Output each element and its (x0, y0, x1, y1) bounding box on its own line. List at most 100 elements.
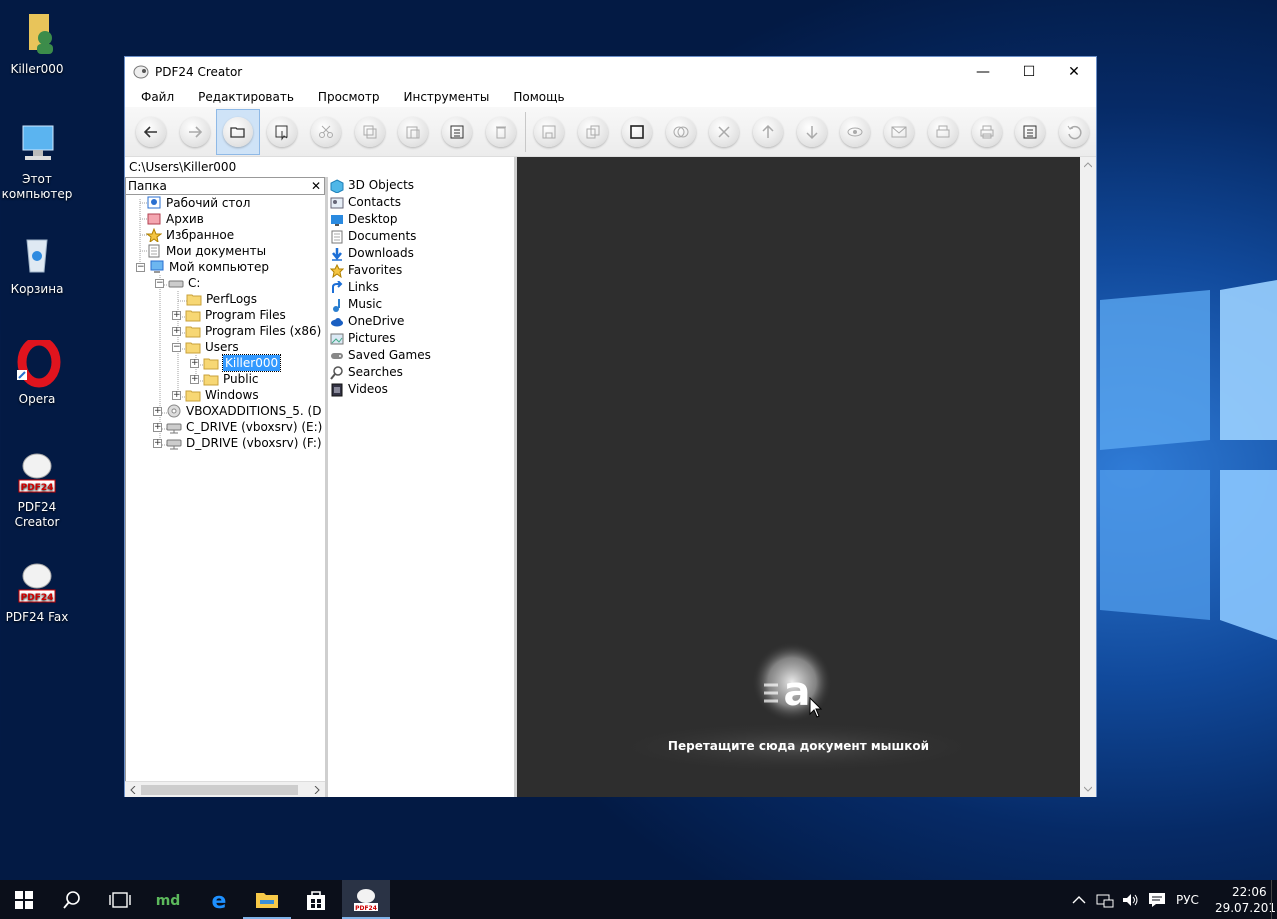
close-button[interactable]: ✕ (1051, 57, 1097, 87)
tree-item-perflogs[interactable]: PerfLogs (186, 291, 257, 307)
print-button[interactable] (965, 109, 1009, 155)
settings-button[interactable] (1008, 109, 1052, 155)
tree-item-killer000[interactable]: + Killer000 (190, 354, 282, 372)
show-desktop-button[interactable] (1271, 880, 1277, 919)
desktop-icon-recycle-bin[interactable]: Корзина (0, 230, 74, 297)
tree-item-archive[interactable]: Архив (146, 211, 204, 227)
desktop-icon-opera[interactable]: Opera (0, 336, 74, 407)
tree-expand-toggle[interactable]: + (153, 422, 162, 432)
menu-help[interactable]: Помощь (501, 90, 576, 104)
list-item[interactable]: Downloads (328, 245, 514, 262)
move-up-button[interactable] (746, 109, 790, 155)
tree-expand-toggle[interactable]: + (172, 310, 181, 320)
list-item[interactable]: Favorites (328, 262, 514, 279)
preview-button[interactable] (834, 109, 878, 155)
select-all-button[interactable] (435, 109, 479, 155)
list-item[interactable]: Contacts (328, 194, 514, 211)
merge-button[interactable] (659, 109, 703, 155)
task-view-button[interactable] (96, 880, 144, 919)
cut-button[interactable] (304, 109, 348, 155)
tree-item-drive-c[interactable]: − C: (155, 275, 200, 291)
taskbar-app-md[interactable]: md (144, 880, 192, 919)
save-button[interactable] (528, 109, 572, 155)
tree-item-program-files-x86[interactable]: + Program Files (x86) (172, 323, 321, 339)
list-item[interactable]: Desktop (328, 211, 514, 228)
menu-tools[interactable]: Инструменты (392, 90, 502, 104)
tree-item-program-files[interactable]: + Program Files (172, 307, 286, 323)
list-item[interactable]: 3D Objects (328, 177, 514, 194)
list-item[interactable]: Videos (328, 381, 514, 398)
tree-item-d-drive-vboxsrv[interactable]: + D_DRIVE (vboxsrv) (F:) (153, 435, 322, 451)
tree-item-my-documents[interactable]: Мои документы (146, 243, 266, 259)
document-drop-zone[interactable]: a Перетащите сюда документ мышкой (517, 157, 1080, 797)
tree-item-windows[interactable]: + Windows (172, 387, 259, 403)
desktop-icon-user-folder[interactable]: Killer000 (0, 10, 74, 77)
path-bar[interactable]: C:\Users\Killer000 (125, 157, 513, 177)
paste-button[interactable] (391, 109, 435, 155)
scroll-down-icon[interactable] (1084, 785, 1092, 793)
tree-item-favorites[interactable]: Избранное (146, 227, 234, 243)
action-center-icon[interactable] (1148, 892, 1166, 908)
undo-button[interactable] (1052, 109, 1096, 155)
delete-button[interactable] (479, 109, 523, 155)
back-button[interactable] (129, 109, 173, 155)
input-language[interactable]: РУС (1176, 893, 1199, 907)
list-item[interactable]: Searches (328, 364, 514, 381)
desktop-icon-this-pc[interactable]: Этот компьютер (0, 120, 74, 202)
tree-collapse-toggle[interactable]: − (172, 342, 181, 352)
drop-zone-vertical-scrollbar[interactable] (1080, 157, 1096, 797)
tree-item-users[interactable]: − Users (172, 339, 239, 355)
title-bar[interactable]: PDF24 Creator — ☐ ✕ (125, 57, 1096, 87)
scrollbar-thumb[interactable] (141, 785, 298, 795)
tree-item-public[interactable]: + Public (190, 371, 259, 387)
list-item[interactable]: Music (328, 296, 514, 313)
forward-button[interactable] (173, 109, 217, 155)
tree-expand-toggle[interactable]: + (172, 390, 181, 400)
move-down-button[interactable] (790, 109, 834, 155)
tree-expand-toggle[interactable]: + (172, 326, 181, 336)
tree-expand-toggle[interactable]: + (190, 358, 199, 368)
scroll-up-icon[interactable] (1084, 161, 1092, 169)
maximize-button[interactable]: ☐ (1006, 57, 1052, 87)
desktop-icon-pdf24-fax[interactable]: PDF24 PDF24 Fax (0, 558, 74, 625)
chevron-up-icon[interactable] (1072, 895, 1086, 905)
taskbar-app-store[interactable] (292, 880, 340, 919)
search-button[interactable] (48, 880, 96, 919)
select-button[interactable] (260, 109, 304, 155)
copy-button[interactable] (348, 109, 392, 155)
pages-button[interactable] (571, 109, 615, 155)
folder-panel-close-button[interactable]: ✕ (311, 178, 321, 194)
speaker-volume-icon[interactable] (1122, 892, 1140, 908)
tree-item-desktop[interactable]: Рабочий стол (146, 195, 250, 211)
taskbar-app-pdf24[interactable]: PDF24 (342, 880, 390, 919)
menu-file[interactable]: Файл (129, 90, 186, 104)
start-button[interactable] (0, 880, 48, 919)
tree-item-my-computer[interactable]: − Мой компьютер (136, 259, 269, 275)
tree-horizontal-scrollbar[interactable] (125, 781, 325, 797)
tree-item-vboxadditions[interactable]: + VBOXADDITIONS_5. (D (153, 403, 321, 419)
list-item[interactable]: Documents (328, 228, 514, 245)
email-button[interactable] (877, 109, 921, 155)
tree-item-c-drive-vboxsrv[interactable]: + C_DRIVE (vboxsrv) (E:) (153, 419, 322, 435)
menu-edit[interactable]: Редактировать (186, 90, 306, 104)
scroll-right-icon[interactable] (313, 786, 321, 794)
remove-button[interactable] (702, 109, 746, 155)
list-item[interactable]: Links (328, 279, 514, 296)
tree-collapse-toggle[interactable]: − (155, 278, 164, 288)
list-item[interactable]: Saved Games (328, 347, 514, 364)
network-icon[interactable] (1096, 892, 1114, 908)
list-item[interactable]: Pictures (328, 330, 514, 347)
taskbar-app-edge[interactable]: e (195, 880, 243, 919)
taskbar-app-explorer[interactable] (243, 880, 291, 919)
menu-view[interactable]: Просмотр (306, 90, 392, 104)
list-item[interactable]: OneDrive (328, 313, 514, 330)
tree-expand-toggle[interactable]: + (190, 374, 199, 384)
tree-collapse-toggle[interactable]: − (136, 262, 145, 272)
tree-expand-toggle[interactable]: + (153, 406, 162, 416)
tree-expand-toggle[interactable]: + (153, 438, 162, 448)
open-folder-button[interactable] (216, 108, 261, 155)
desktop-icon-pdf24-creator[interactable]: PDF24 PDF24 Creator (0, 448, 74, 530)
new-page-button[interactable] (615, 109, 659, 155)
fax-button[interactable] (921, 109, 965, 155)
minimize-button[interactable]: — (960, 57, 1006, 87)
